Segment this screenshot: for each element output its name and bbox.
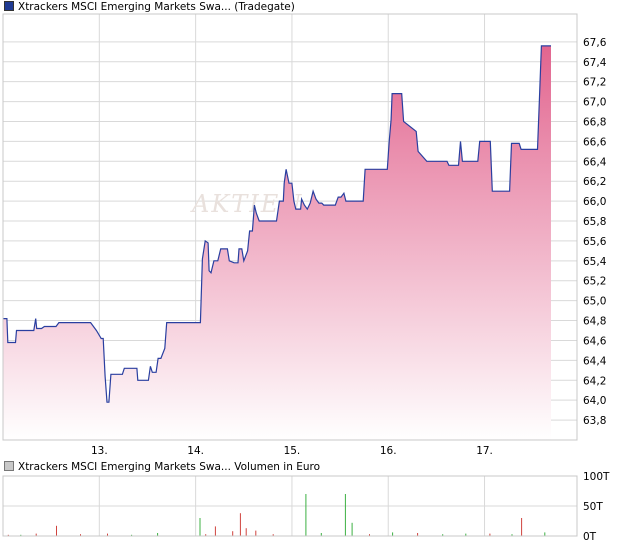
- price-y-tick-label: 66,8: [583, 116, 606, 128]
- volume-bar: [56, 525, 57, 536]
- price-x-axis: 13. 14. 15. 16. 17.: [91, 445, 493, 457]
- volume-bar: [521, 518, 523, 536]
- volume-grid: [3, 475, 577, 537]
- volume-bar: [232, 531, 234, 536]
- price-x-tick-label: 14.: [187, 445, 204, 457]
- volume-y-tick-label: 100T: [583, 471, 610, 483]
- volume-bar: [344, 494, 346, 536]
- price-y-tick-label: 65,0: [583, 296, 606, 308]
- price-y-tick-label: 66,2: [583, 176, 606, 188]
- price-x-tick-label: 13.: [91, 445, 108, 457]
- volume-bar: [255, 530, 257, 536]
- volume-y-tick-label: 50T: [583, 501, 603, 513]
- price-y-tick-label: 66,0: [583, 196, 606, 208]
- volume-bar: [214, 526, 216, 536]
- price-y-tick-label: 65,2: [583, 276, 606, 288]
- price-y-tick-label: 65,6: [583, 236, 607, 248]
- price-y-axis: 63,8 64,0 64,2 64,4 64,6 64,8 65,0 65,2 65,4 65,6…: [583, 37, 607, 427]
- volume-bar: [351, 522, 353, 536]
- price-y-tick-label: 65,8: [583, 216, 606, 228]
- volume-y-axis: 0T 50T 100T: [583, 471, 610, 543]
- price-y-tick-label: 64,6: [583, 335, 607, 347]
- price-y-tick-label: 66,6: [583, 136, 607, 148]
- volume-bar: [392, 532, 394, 536]
- price-y-tick-label: 64,8: [583, 316, 606, 328]
- price-x-tick-label: 16.: [380, 445, 397, 457]
- price-area: [3, 45, 551, 441]
- volume-bar: [245, 528, 247, 536]
- volume-bar: [305, 494, 307, 536]
- price-y-tick-label: 64,0: [583, 395, 606, 407]
- price-y-tick-label: 63,8: [583, 415, 606, 427]
- volume-y-tick-label: 0T: [583, 531, 597, 543]
- price-y-tick-label: 65,4: [583, 256, 607, 268]
- price-y-tick-label: 64,2: [583, 375, 606, 387]
- volume-chart: 0T 50T 100T: [2, 471, 610, 543]
- price-y-tick-label: 67,6: [583, 37, 607, 49]
- volume-bar: [239, 513, 241, 536]
- volume-bar: [544, 532, 546, 536]
- chart-canvas: AKTIEN 63,864,064,264,464,664,865,065,26…: [2, 13, 610, 543]
- price-y-tick-label: 67,2: [583, 77, 606, 89]
- price-y-tick-label: 67,4: [583, 57, 607, 69]
- price-chart: AKTIEN 63,864,064,264,464,664,865,065,26…: [2, 13, 607, 457]
- price-x-tick-label: 17.: [476, 445, 493, 457]
- volume-bar: [199, 518, 201, 536]
- price-y-tick-label: 64,4: [583, 355, 607, 367]
- price-x-tick-label: 15.: [284, 445, 301, 457]
- price-y-tick-label: 66,4: [583, 156, 607, 168]
- price-y-tick-label: 67,0: [583, 97, 606, 109]
- volume-bars: [7, 494, 546, 536]
